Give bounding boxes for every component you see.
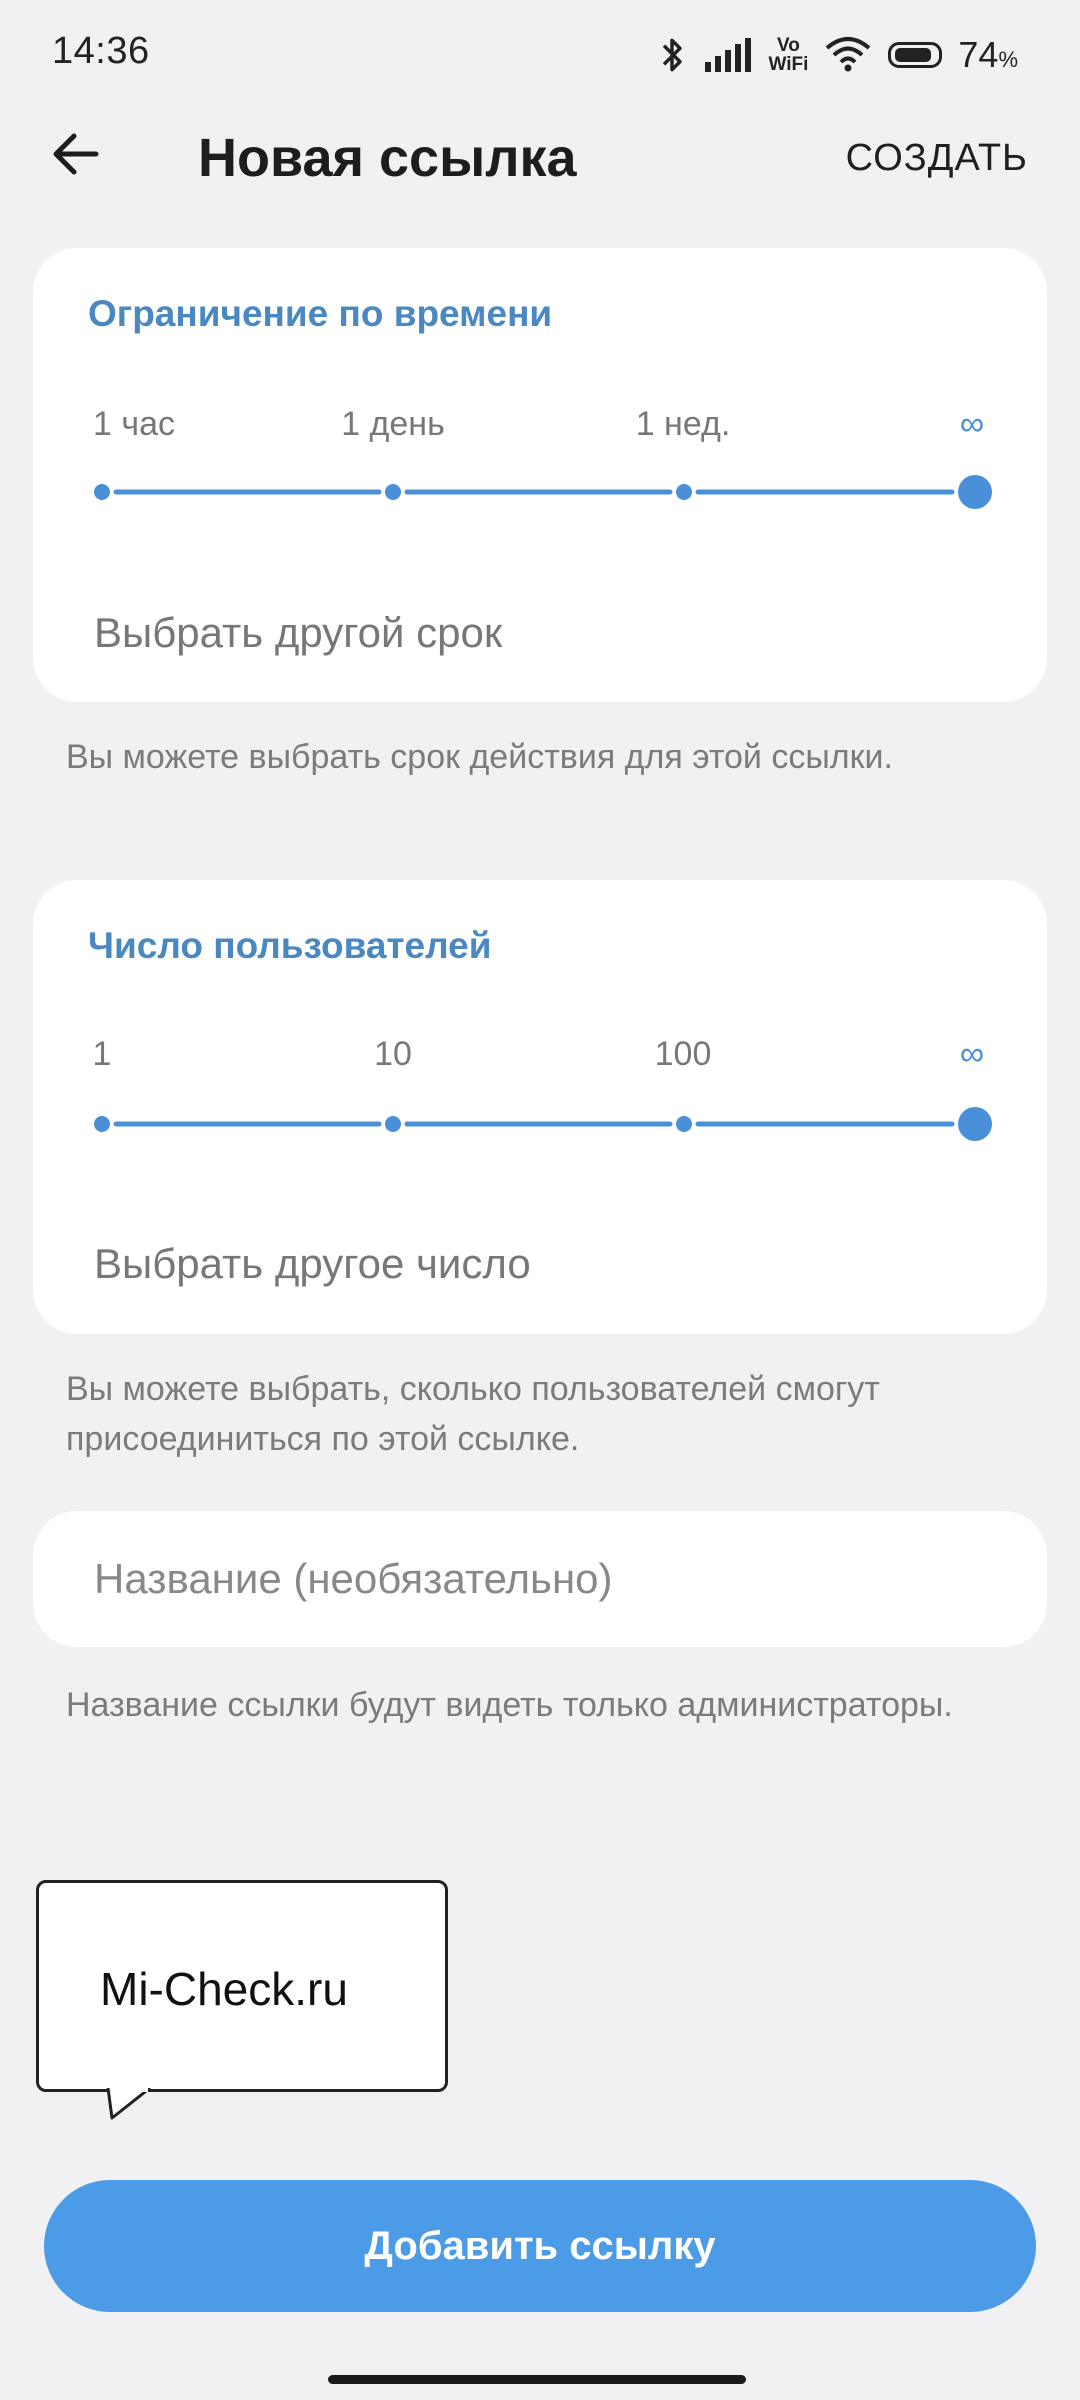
time-tick-label: ∞	[959, 405, 985, 443]
slider-dot	[385, 1116, 401, 1132]
slider-thumb	[958, 1107, 992, 1141]
time-tick-label: 1 день	[341, 405, 445, 443]
create-button[interactable]: СОЗДАТЬ	[846, 137, 1028, 180]
slider-thumb	[958, 475, 992, 509]
watermark-text: Mi-Check.ru	[100, 1963, 348, 2015]
user-tick-label: 100	[654, 1035, 712, 1073]
user-tick-label: 10	[374, 1035, 412, 1073]
choose-other-number[interactable]: Выбрать другое число	[94, 1240, 531, 1288]
time-limit-hint: Вы можете выбрать срок действия для этой…	[66, 738, 893, 776]
user-limit-title: Число пользователей	[88, 925, 492, 966]
home-indicator[interactable]	[328, 2375, 746, 2384]
bubble-tail	[106, 2088, 151, 2120]
vowifi-label: Vo WiFi	[768, 35, 809, 75]
battery-percent: 74%	[958, 34, 1018, 75]
slider-dot	[94, 484, 110, 500]
user-limit-hint: Вы можете выбрать, сколько пользователей…	[66, 1370, 880, 1458]
signal-icon	[705, 38, 752, 72]
slider-dot	[385, 484, 401, 500]
time-limit-title: Ограничение по времени	[88, 293, 553, 334]
user-tick-label: ∞	[959, 1035, 985, 1073]
name-input[interactable]: Название (необязательно)	[94, 1555, 612, 1603]
time-tick-label: 1 час	[93, 405, 175, 443]
wifi-icon	[826, 37, 871, 72]
page-title: Новая ссылка	[198, 128, 577, 188]
back-button[interactable]	[48, 126, 104, 182]
slider-dot	[94, 1116, 110, 1132]
choose-other-duration[interactable]: Выбрать другой срок	[94, 609, 502, 657]
user-limit-slider[interactable]	[80, 1094, 1020, 1154]
bluetooth-icon	[663, 38, 683, 72]
time-limit-slider[interactable]	[80, 462, 1020, 522]
add-link-button[interactable]: Добавить ссылку	[44, 2180, 1036, 2312]
slider-dot	[676, 1116, 692, 1132]
name-hint: Название ссылки будут видеть только адми…	[66, 1686, 953, 1724]
time-tick-label: 1 нед.	[635, 405, 731, 443]
battery-icon	[888, 42, 943, 68]
slider-dot	[676, 484, 692, 500]
status-icons: Vo WiFi 74%	[656, 30, 1018, 80]
arrow-left-icon	[53, 133, 99, 175]
status-time: 14:36	[52, 30, 150, 72]
user-tick-label: 1	[92, 1035, 112, 1073]
